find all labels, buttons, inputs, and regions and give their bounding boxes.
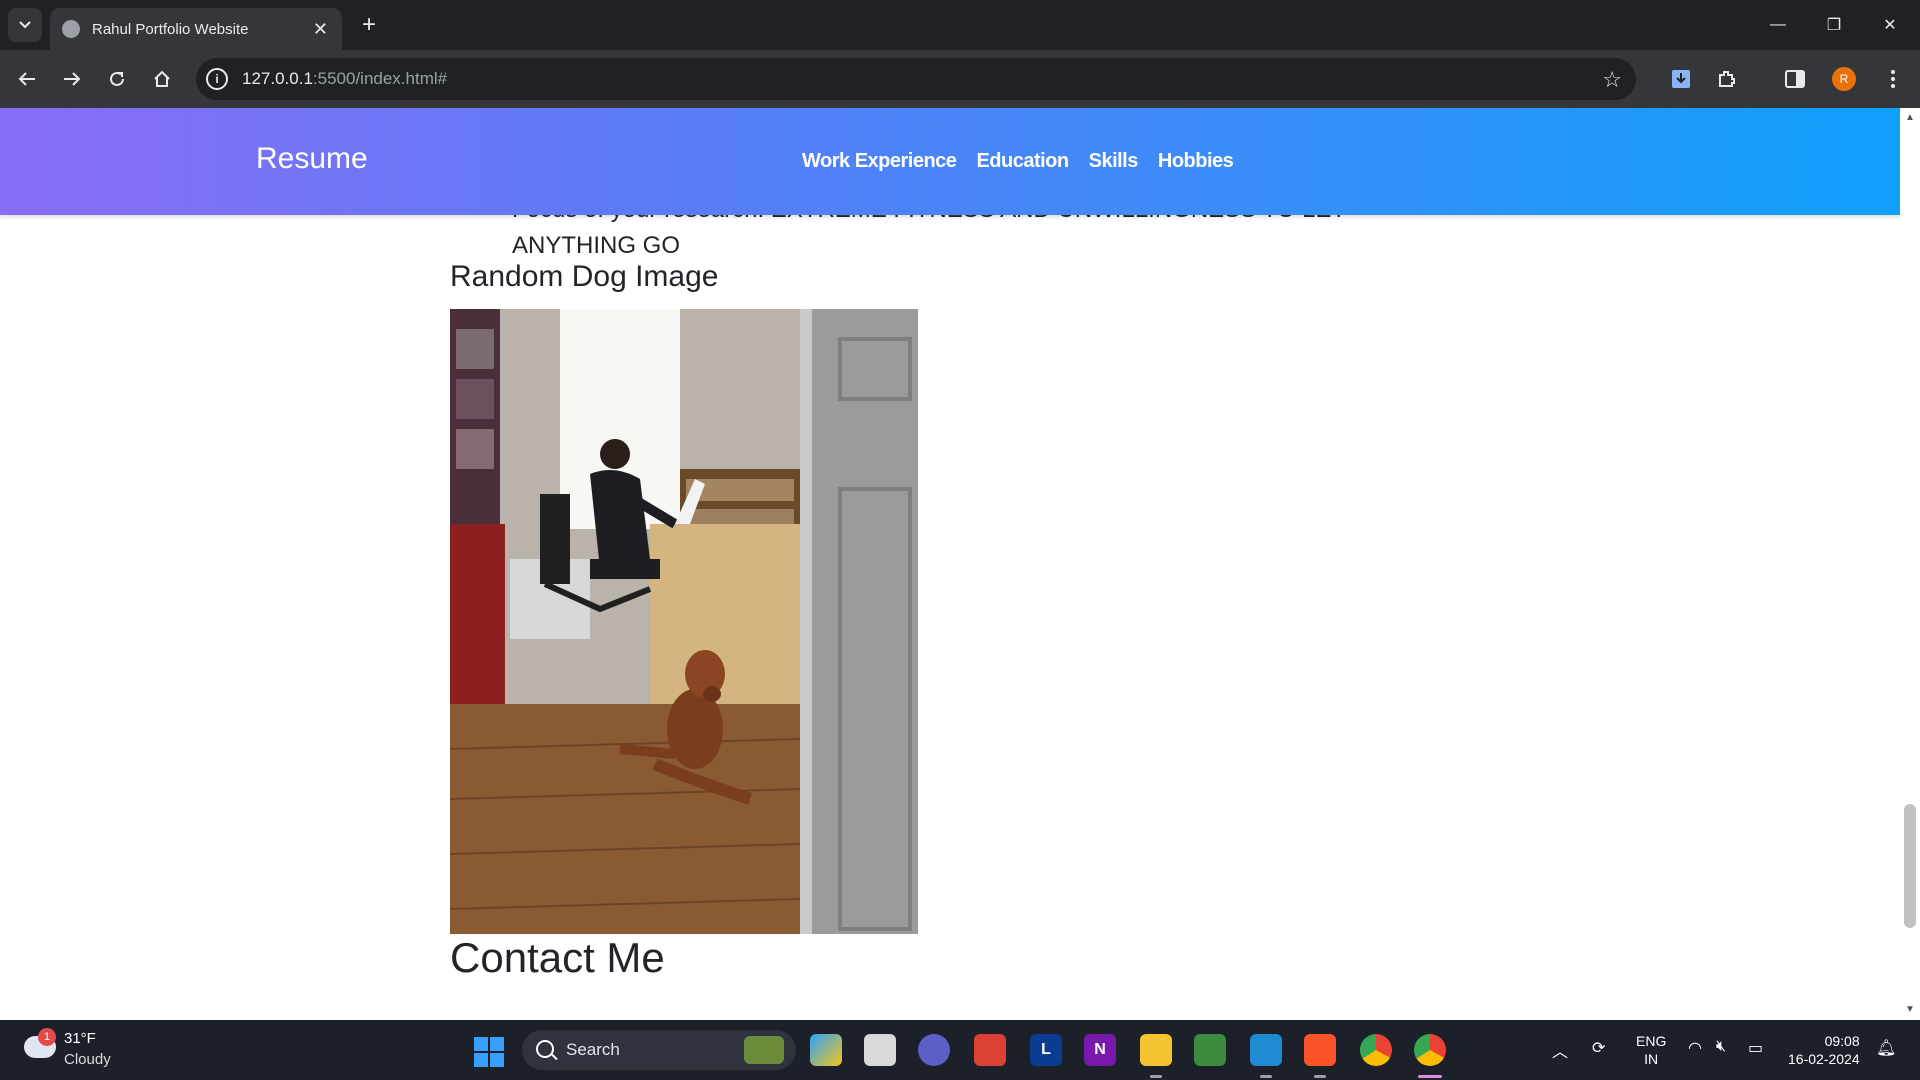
site-navbar: Resume Work Experience Education Skills … bbox=[0, 108, 1900, 215]
navbar-brand[interactable]: Resume bbox=[256, 142, 368, 176]
chrome-icon[interactable] bbox=[1360, 1034, 1392, 1066]
dog-image-heading: Random Dog Image bbox=[450, 260, 719, 293]
todoist-icon[interactable] bbox=[974, 1034, 1006, 1066]
tab-search-dropdown-button[interactable] bbox=[8, 8, 42, 42]
bookmark-star-icon[interactable]: ☆ bbox=[1602, 67, 1622, 93]
brave-running-indicator bbox=[1314, 1075, 1326, 1078]
nav-link-hobbies[interactable]: Hobbies bbox=[1158, 150, 1234, 173]
search-highlight-image bbox=[744, 1036, 784, 1064]
clock[interactable]: 09:08 16-02-2024 bbox=[1788, 1032, 1860, 1068]
weather-temperature[interactable]: 31°F bbox=[64, 1030, 96, 1047]
notification-bell-icon[interactable]: 🔔︎ bbox=[1876, 1038, 1896, 1058]
menu-kebab-icon[interactable] bbox=[1878, 64, 1908, 94]
region-code: IN bbox=[1644, 1051, 1659, 1067]
teams-chat-icon[interactable] bbox=[918, 1034, 950, 1066]
browser-tab-bar: Rahul Portfolio Website ✕ + — ❐ ✕ bbox=[0, 0, 1920, 50]
notepad-plus-icon[interactable] bbox=[1194, 1034, 1226, 1066]
reload-icon[interactable] bbox=[102, 64, 132, 94]
back-arrow-icon[interactable] bbox=[12, 64, 42, 94]
nav-link-skills[interactable]: Skills bbox=[1089, 150, 1139, 173]
extensions-puzzle-icon[interactable] bbox=[1712, 64, 1742, 94]
brave-browser-icon[interactable] bbox=[1304, 1034, 1336, 1066]
wifi-icon[interactable]: ◠ bbox=[1688, 1038, 1702, 1058]
nav-link-education[interactable]: Education bbox=[976, 150, 1069, 173]
vscode-running-indicator bbox=[1260, 1075, 1272, 1078]
globe-icon bbox=[62, 20, 80, 38]
home-icon[interactable] bbox=[147, 64, 177, 94]
clock-time: 09:08 bbox=[1824, 1033, 1860, 1049]
task-view-icon[interactable] bbox=[864, 1034, 896, 1066]
search-label: Search bbox=[566, 1040, 620, 1059]
address-bar[interactable]: i 127.0.0.1:5500/index.html# ☆ bbox=[196, 58, 1636, 100]
input-language[interactable]: ENG IN bbox=[1636, 1032, 1666, 1068]
chevron-down-icon bbox=[19, 21, 31, 29]
site-info-icon[interactable]: i bbox=[206, 68, 228, 90]
side-panel-icon[interactable] bbox=[1780, 64, 1810, 94]
tab-title: Rahul Portfolio Website bbox=[92, 20, 249, 38]
minimize-button[interactable]: — bbox=[1758, 8, 1798, 42]
restore-button[interactable]: ❐ bbox=[1814, 8, 1854, 42]
dog-photo bbox=[450, 309, 918, 934]
scroll-down-arrow-icon[interactable]: ▼ bbox=[1904, 1004, 1916, 1016]
file-explorer-icon[interactable] bbox=[1140, 1034, 1172, 1066]
close-tab-icon[interactable]: ✕ bbox=[313, 19, 328, 40]
page-scrollbar[interactable]: ▲ ▼ bbox=[1900, 108, 1920, 1020]
onenote-icon[interactable]: N bbox=[1084, 1034, 1116, 1066]
page-viewport: Focus of your research: EXTREME FITNESS … bbox=[0, 108, 1900, 1020]
new-tab-button[interactable]: + bbox=[354, 10, 384, 40]
weather-condition[interactable]: Cloudy bbox=[64, 1051, 111, 1068]
scroll-up-arrow-icon[interactable]: ▲ bbox=[1904, 112, 1916, 124]
nav-link-work-experience[interactable]: Work Experience bbox=[802, 150, 957, 173]
vscode-icon[interactable] bbox=[1250, 1034, 1282, 1066]
speaker-muted-icon[interactable]: 🔇︎ bbox=[1716, 1038, 1726, 1056]
close-window-button[interactable]: ✕ bbox=[1870, 8, 1910, 42]
weather-notification-badge: 1 bbox=[38, 1028, 56, 1046]
navbar-links: Work Experience Education Skills Hobbies bbox=[802, 150, 1234, 173]
download-icon[interactable] bbox=[1666, 64, 1696, 94]
language-code: ENG bbox=[1636, 1033, 1667, 1049]
research-focus-line: ANYTHING GO bbox=[512, 232, 681, 259]
clock-date: 16-02-2024 bbox=[1788, 1051, 1860, 1067]
sync-icon[interactable]: ⟳ bbox=[1592, 1038, 1605, 1058]
chrome-profile-icon[interactable] bbox=[1414, 1034, 1446, 1066]
file-explorer-running-indicator bbox=[1150, 1075, 1162, 1078]
browser-tab-active[interactable]: Rahul Portfolio Website ✕ bbox=[50, 8, 342, 50]
contact-heading: Contact Me bbox=[450, 934, 665, 981]
profile-avatar[interactable]: R bbox=[1832, 67, 1856, 91]
chrome-active-indicator bbox=[1418, 1075, 1442, 1078]
chevron-up-icon[interactable]: ︿ bbox=[1552, 1038, 1568, 1062]
battery-icon[interactable]: ▭ bbox=[1748, 1038, 1763, 1058]
l-app-icon[interactable]: L bbox=[1030, 1034, 1062, 1066]
windows-taskbar: 1 31°F Cloudy Search L N ︿ ⟳ ENG IN ◠ 🔇︎… bbox=[0, 1020, 1920, 1080]
taskbar-search-box[interactable]: Search bbox=[522, 1030, 796, 1070]
windows-start-icon[interactable] bbox=[474, 1037, 504, 1067]
address-bar-url[interactable]: 127.0.0.1:5500/index.html# bbox=[242, 69, 447, 89]
copilot-icon[interactable] bbox=[810, 1034, 842, 1066]
scrollbar-thumb[interactable] bbox=[1904, 804, 1916, 928]
search-icon bbox=[536, 1040, 554, 1058]
browser-toolbar: i 127.0.0.1:5500/index.html# ☆ bbox=[0, 50, 1920, 108]
forward-arrow-icon[interactable] bbox=[57, 64, 87, 94]
